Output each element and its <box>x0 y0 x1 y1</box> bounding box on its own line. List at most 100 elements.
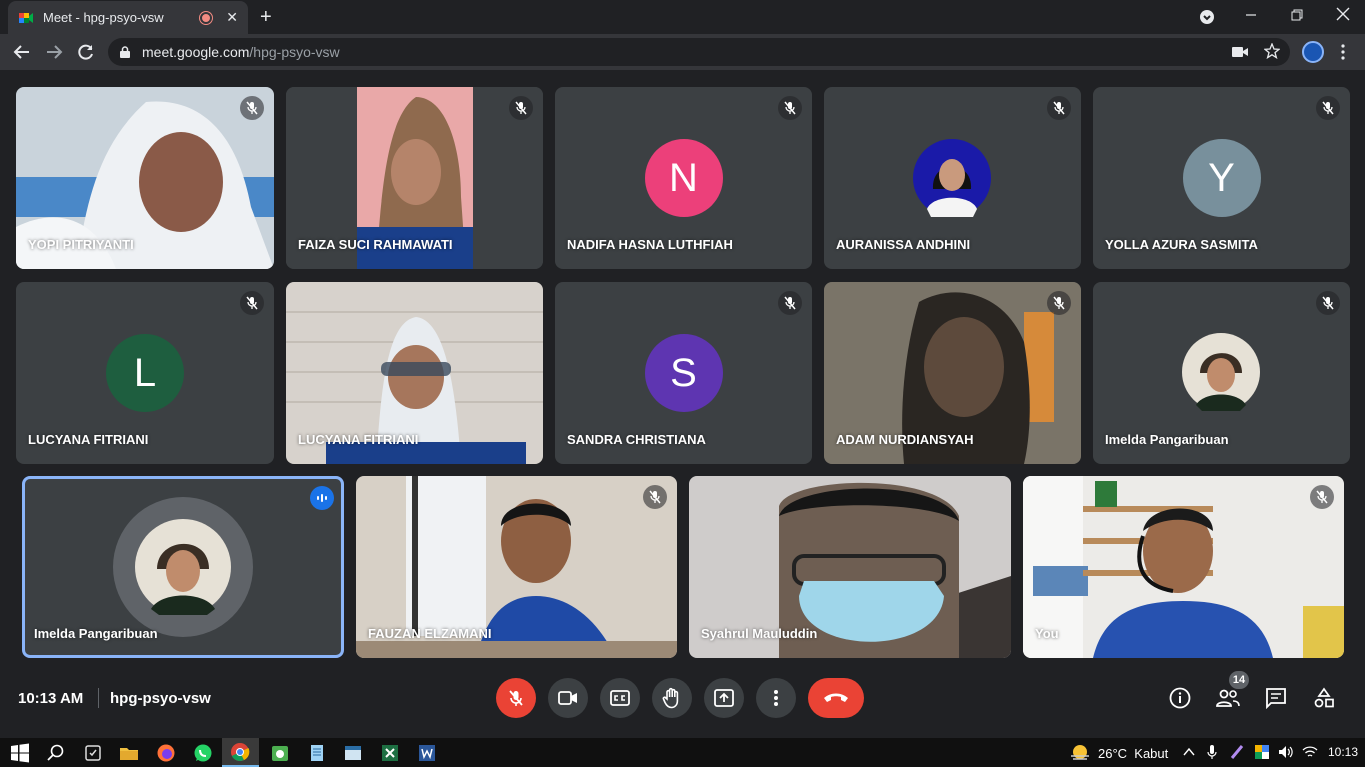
task-view-icon[interactable] <box>83 743 103 763</box>
profile-photo-avatar <box>913 139 991 217</box>
chrome-icon <box>231 743 250 762</box>
divider <box>98 688 99 708</box>
raise-hand-button[interactable] <box>652 678 692 718</box>
participant-tile[interactable]: ADAM NURDIANSYAH <box>824 282 1081 464</box>
participant-tile[interactable]: Imelda Pangaribuan <box>1093 282 1350 464</box>
url-path: /hpg-psyo-vsw <box>249 44 340 60</box>
participant-name: ADAM NURDIANSYAH <box>836 432 974 447</box>
camera-toggle-button[interactable] <box>548 678 588 718</box>
present-screen-button[interactable] <box>704 678 744 718</box>
participant-name: LUCYANA FITRIANI <box>298 432 419 447</box>
file-explorer-icon[interactable] <box>119 743 139 763</box>
chat-icon <box>1266 688 1286 709</box>
weather-fog-icon <box>1071 745 1089 760</box>
new-tab-button[interactable]: + <box>260 6 272 29</box>
mic-off-icon <box>1316 96 1340 120</box>
chevron-up-icon[interactable] <box>1183 747 1195 757</box>
temperature: 26°C <box>1098 745 1128 761</box>
initial-avatar: L <box>106 334 184 412</box>
closed-captions-icon <box>610 690 630 706</box>
captions-button[interactable] <box>600 678 640 718</box>
participant-tile[interactable]: LUCYANA FITRIANI <box>286 282 543 464</box>
video-feed <box>1023 476 1344 658</box>
leave-call-button[interactable] <box>808 678 864 718</box>
initial-avatar: N <box>644 139 723 217</box>
search-icon[interactable] <box>46 743 66 763</box>
minimize-icon[interactable] <box>1244 8 1258 22</box>
profile-avatar[interactable] <box>1302 41 1324 63</box>
participant-tile[interactable]: Y YOLLA AZURA SASMITA <box>1093 87 1350 269</box>
meeting-time: 10:13 AM <box>18 690 84 707</box>
address-bar[interactable]: meet.google.com/hpg-psyo-vsw <box>108 38 1290 66</box>
participant-tile[interactable]: N NADIFA HASNA LUTHFIAH <box>555 87 812 269</box>
profile-photo-avatar <box>1182 333 1260 411</box>
participant-tile[interactable]: FAIZA SUCI RAHMAWATI <box>286 87 543 269</box>
participant-name: LUCYANA FITRIANI <box>28 432 149 447</box>
participant-tile[interactable]: L LUCYANA FITRIANI <box>16 282 274 464</box>
pen-icon[interactable] <box>1230 744 1244 760</box>
participant-name: AURANISSA ANDHINI <box>836 237 971 252</box>
tab-search-icon[interactable] <box>1199 9 1215 25</box>
browser-tab[interactable]: Meet - hpg-psyo-vsw ✕ <box>8 1 248 34</box>
bookmark-star-icon[interactable] <box>1264 43 1280 59</box>
tab-title: Meet - hpg-psyo-vsw <box>43 10 164 25</box>
meeting-control-bar: 10:13 AM hpg-psyo-vsw 14 <box>0 668 1365 738</box>
volume-icon[interactable] <box>1278 745 1294 759</box>
present-to-all-icon <box>714 689 734 707</box>
active-speaker-tile[interactable]: Imelda Pangaribuan <box>22 476 344 658</box>
microphone-toggle-button[interactable] <box>496 678 536 718</box>
word-icon[interactable] <box>417 743 437 763</box>
wifi-icon[interactable] <box>1302 745 1318 759</box>
participant-tile[interactable]: You <box>1023 476 1344 658</box>
weather-condition: Kabut <box>1134 745 1169 761</box>
system-clock[interactable]: 10:13 <box>1328 745 1358 759</box>
meeting-code: hpg-psyo-vsw <box>110 690 211 707</box>
participant-tile[interactable]: S SANDRA CHRISTIANA <box>555 282 812 464</box>
participant-tile[interactable]: AURANISSA ANDHINI <box>824 87 1081 269</box>
mic-off-icon <box>1047 291 1071 315</box>
windows-taskbar: 26°C Kabut 10:13 <box>0 738 1365 767</box>
more-options-button[interactable] <box>756 678 796 718</box>
chat-button[interactable] <box>1263 685 1289 711</box>
mic-off-icon <box>778 96 802 120</box>
windows-start-icon[interactable] <box>10 743 30 763</box>
reload-icon[interactable] <box>76 42 96 62</box>
excel-icon[interactable] <box>380 743 400 763</box>
activities-icon <box>1314 687 1334 708</box>
more-vert-icon <box>774 690 778 706</box>
mic-off-icon <box>509 96 533 120</box>
participant-tile[interactable]: YOPI PITRIYANTI <box>16 87 274 269</box>
mic-off-icon <box>1310 485 1334 509</box>
initial-avatar: Y <box>1182 139 1261 217</box>
tray-app-icon[interactable] <box>1254 744 1270 760</box>
microphone-tray-icon[interactable] <box>1207 744 1217 760</box>
url-host: meet.google.com <box>142 44 250 60</box>
meeting-details-button[interactable] <box>1167 685 1193 711</box>
profile-photo-avatar <box>135 519 231 615</box>
forward-icon[interactable] <box>44 42 64 62</box>
tab-close-button[interactable]: ✕ <box>226 9 238 26</box>
mic-off-icon <box>240 291 264 315</box>
whatsapp-icon[interactable] <box>193 743 213 763</box>
videocam-icon <box>558 691 577 705</box>
mic-off-icon <box>240 96 264 120</box>
initial-avatar: S <box>644 334 723 412</box>
close-window-icon[interactable] <box>1336 7 1350 21</box>
participant-tile[interactable]: FAUZAN ELZAMANI <box>356 476 677 658</box>
weather-widget[interactable]: 26°C Kabut <box>1070 744 1168 762</box>
chrome-taskbar-active[interactable] <box>222 738 259 767</box>
activities-button[interactable] <box>1311 685 1337 711</box>
participant-grid: YOPI PITRIYANTI FAIZA SUCI RAHMAWATI N N… <box>0 70 1365 668</box>
back-icon[interactable] <box>12 42 32 62</box>
participant-tile[interactable]: Syahrul Mauluddin <box>689 476 1011 658</box>
camera-permission-icon[interactable] <box>1232 45 1248 59</box>
participant-count-badge: 14 <box>1229 671 1249 689</box>
browser-menu-icon[interactable] <box>1340 43 1346 61</box>
browser-tab-bar: Meet - hpg-psyo-vsw ✕ + <box>0 0 1365 34</box>
app-green-icon[interactable] <box>270 743 290 763</box>
app-window-icon[interactable] <box>343 743 363 763</box>
firefox-icon[interactable] <box>156 743 176 763</box>
notepad-icon[interactable] <box>307 743 327 763</box>
restore-icon[interactable] <box>1290 8 1304 22</box>
participant-name: Imelda Pangaribuan <box>1105 432 1229 447</box>
